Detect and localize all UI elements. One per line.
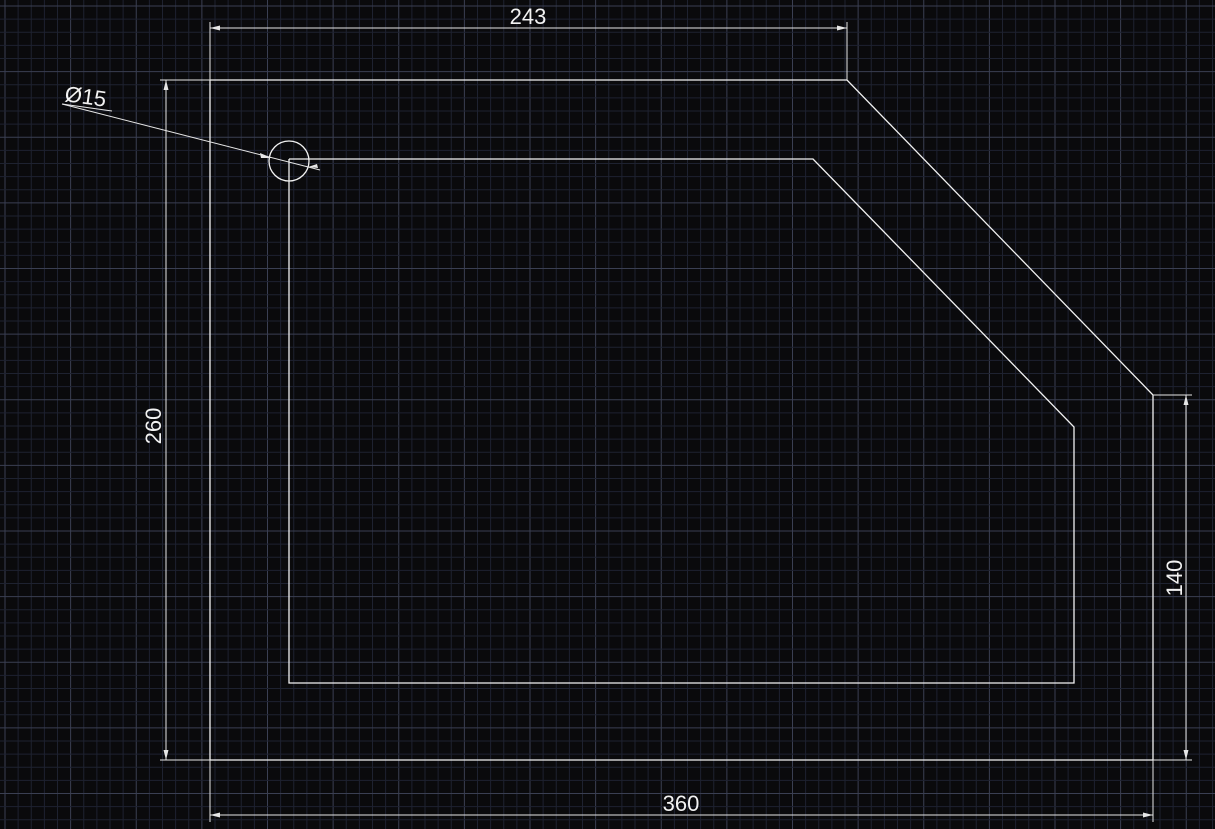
dimension-hole-diameter[interactable]: Ø15	[61, 81, 321, 171]
cad-model-viewport[interactable]: 243 360 260 140 Ø15	[0, 0, 1215, 829]
drawing-grid	[0, 0, 1215, 829]
dimension-top-width[interactable]: 243	[209, 4, 848, 82]
dimension-bottom-width[interactable]: 360	[209, 760, 1154, 822]
outer-boundary[interactable]	[209, 79, 1154, 761]
dimension-left-height-label: 260	[141, 408, 166, 445]
dimension-right-height-label: 140	[1162, 560, 1187, 597]
dimension-bottom-width-label: 360	[663, 791, 700, 816]
dimension-hole-diameter-label: Ø15	[63, 81, 108, 112]
inner-boundary[interactable]	[288, 158, 1075, 684]
cad-drawing[interactable]: 243 360 260 140 Ø15	[0, 0, 1215, 829]
dimension-top-width-label: 243	[510, 4, 547, 29]
dimension-right-height[interactable]: 140	[1153, 394, 1192, 761]
